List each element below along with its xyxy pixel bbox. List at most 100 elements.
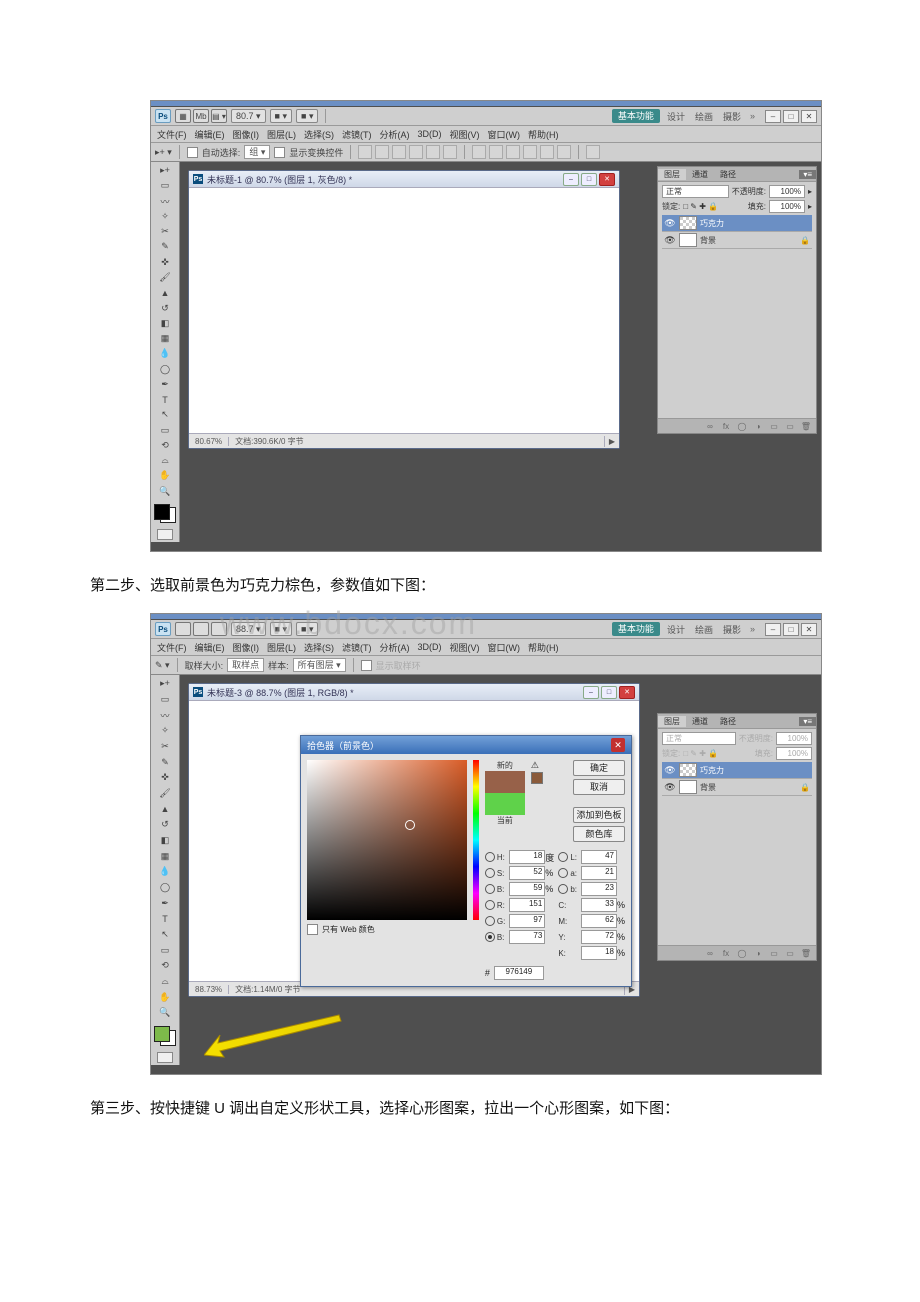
- heal-tool-icon[interactable]: ✜: [155, 256, 175, 269]
- zoom-dropdown[interactable]: 80.7 ▾: [231, 109, 266, 123]
- blend-mode-dropdown[interactable]: 正常: [662, 185, 729, 198]
- color-lib-button[interactable]: 颜色库: [573, 826, 625, 842]
- workspace-photo[interactable]: 摄影: [720, 110, 744, 123]
- g-radio[interactable]: G:: [485, 916, 505, 926]
- align-icon[interactable]: [358, 145, 372, 159]
- a-radio[interactable]: a:: [558, 868, 577, 878]
- adj-icon[interactable]: ◑: [752, 422, 764, 431]
- close-button[interactable]: ✕: [801, 110, 817, 123]
- distribute-icon[interactable]: [472, 145, 486, 159]
- s-value[interactable]: 52: [509, 866, 545, 880]
- view-dropdown-1[interactable]: ■ ▾: [270, 109, 292, 123]
- workspace-design[interactable]: 设计: [664, 110, 688, 123]
- ok-button[interactable]: 确定: [573, 760, 625, 776]
- history-brush-icon[interactable]: ↺: [155, 301, 175, 314]
- document-titlebar[interactable]: Ps 未标题-1 @ 80.7% (图层 1, 灰色/8) * – □ ✕: [189, 171, 619, 188]
- zoom-dropdown[interactable]: 88.7 ▾: [231, 622, 266, 636]
- panel-menu-icon[interactable]: ▾≡: [799, 170, 816, 179]
- g-value[interactable]: 97: [509, 914, 545, 928]
- dodge-tool-icon[interactable]: ◯: [155, 362, 175, 375]
- 3d-tool-icon[interactable]: ⟲: [155, 439, 175, 452]
- eyedropper-tool-icon[interactable]: ✎: [155, 240, 175, 253]
- menu-help[interactable]: 帮助(H): [528, 128, 559, 141]
- tab-layers[interactable]: 图层: [658, 169, 686, 180]
- visibility-icon[interactable]: 👁: [664, 217, 676, 229]
- menu-image[interactable]: 图像(I): [233, 128, 260, 141]
- a-value[interactable]: 21: [581, 866, 617, 880]
- mask-icon[interactable]: ◯: [736, 422, 748, 431]
- tab-paths[interactable]: 路径: [714, 169, 742, 180]
- l-value[interactable]: 47: [581, 850, 617, 864]
- hue-slider[interactable]: [473, 760, 479, 920]
- doc-close[interactable]: ✕: [599, 173, 615, 186]
- bridge-icon[interactable]: ▦: [175, 109, 191, 123]
- y-value[interactable]: 72: [581, 930, 617, 944]
- color-swatches[interactable]: [154, 504, 176, 523]
- m-value[interactable]: 62: [581, 914, 617, 928]
- shape-tool-icon[interactable]: ▭: [155, 424, 175, 437]
- tab-channels[interactable]: 通道: [686, 169, 714, 180]
- opacity-value[interactable]: 100%: [769, 185, 805, 198]
- menu-window[interactable]: 窗口(W): [488, 128, 521, 141]
- opacity-slider-icon[interactable]: ▸: [808, 187, 812, 196]
- distribute-icon[interactable]: [489, 145, 503, 159]
- document-titlebar[interactable]: Ps 未标题-3 @ 88.7% (图层 1, RGB/8) * – □ ✕: [189, 684, 639, 701]
- zoom-tool-icon[interactable]: 🔍: [155, 485, 175, 498]
- fx-icon[interactable]: fx: [720, 422, 732, 431]
- fill-slider-icon[interactable]: ▸: [808, 202, 812, 211]
- dialog-close-icon[interactable]: ✕: [611, 738, 625, 752]
- crop-tool-icon[interactable]: ✂: [155, 225, 175, 238]
- layer-name[interactable]: 背景: [700, 235, 716, 246]
- brush-tool-icon[interactable]: 🖌: [155, 271, 175, 284]
- distribute-icon[interactable]: [557, 145, 571, 159]
- menu-edit[interactable]: 编辑(E): [195, 128, 225, 141]
- color-field[interactable]: [307, 760, 467, 920]
- fg-color-swatch[interactable]: [154, 504, 170, 520]
- maximize-button[interactable]: □: [783, 623, 799, 636]
- layout-icon[interactable]: ▤ ▾: [211, 109, 227, 123]
- quickmask-icon[interactable]: [157, 1052, 173, 1063]
- bval-radio[interactable]: B:: [485, 932, 505, 942]
- layer-item-chocolate[interactable]: 👁 巧克力: [662, 215, 812, 232]
- pen-tool-icon[interactable]: ✒: [155, 378, 175, 391]
- view-dropdown-2[interactable]: ■ ▾: [296, 109, 318, 123]
- show-transform-checkbox[interactable]: [274, 147, 285, 158]
- mb-icon[interactable]: Mb: [193, 109, 209, 123]
- group-icon[interactable]: ▭: [768, 422, 780, 431]
- camera-tool-icon[interactable]: ⌓: [155, 454, 175, 467]
- status-play-icon[interactable]: ▶: [605, 437, 619, 446]
- document-canvas[interactable]: [189, 188, 619, 433]
- doc-maximize[interactable]: □: [581, 173, 597, 186]
- view-dropdown-2[interactable]: ■ ▾: [296, 622, 318, 636]
- align-icon[interactable]: [375, 145, 389, 159]
- distribute-icon[interactable]: [523, 145, 537, 159]
- doc-minimize[interactable]: –: [563, 173, 579, 186]
- status-zoom[interactable]: 88.73%: [189, 985, 229, 994]
- sample-size-dropdown[interactable]: 取样点: [227, 658, 264, 672]
- lasso-tool-icon[interactable]: 〰: [155, 195, 175, 208]
- blur-tool-icon[interactable]: 💧: [155, 347, 175, 360]
- auto-align-icon[interactable]: [586, 145, 600, 159]
- menu-file[interactable]: 文件(F): [157, 128, 187, 141]
- close-button[interactable]: ✕: [801, 623, 817, 636]
- minimize-button[interactable]: –: [765, 623, 781, 636]
- l-radio[interactable]: L:: [558, 852, 577, 862]
- menu-layer[interactable]: 图层(L): [267, 128, 296, 141]
- minimize-button[interactable]: –: [765, 110, 781, 123]
- newlayer-icon[interactable]: ▭: [784, 422, 796, 431]
- align-icon[interactable]: [426, 145, 440, 159]
- auto-select-dropdown[interactable]: 组 ▾: [244, 145, 270, 159]
- align-icon[interactable]: [443, 145, 457, 159]
- k-value[interactable]: 18: [581, 946, 617, 960]
- workspace-paint[interactable]: 绘画: [692, 623, 716, 636]
- eyedropper-tool-icon[interactable]: ✎ ▾: [155, 660, 170, 671]
- layer-name[interactable]: 巧克力: [700, 218, 724, 229]
- doc-maximize[interactable]: □: [601, 686, 617, 699]
- wand-tool-icon[interactable]: ✧: [155, 210, 175, 223]
- sample-ring-checkbox[interactable]: [361, 660, 372, 671]
- menu-select[interactable]: 选择(S): [304, 128, 334, 141]
- add-swatch-button[interactable]: 添加到色板: [573, 807, 625, 823]
- blend-mode-dropdown[interactable]: 正常: [662, 732, 736, 745]
- b-radio[interactable]: B:: [485, 884, 505, 894]
- move-tool-icon[interactable]: ▸+: [155, 164, 175, 177]
